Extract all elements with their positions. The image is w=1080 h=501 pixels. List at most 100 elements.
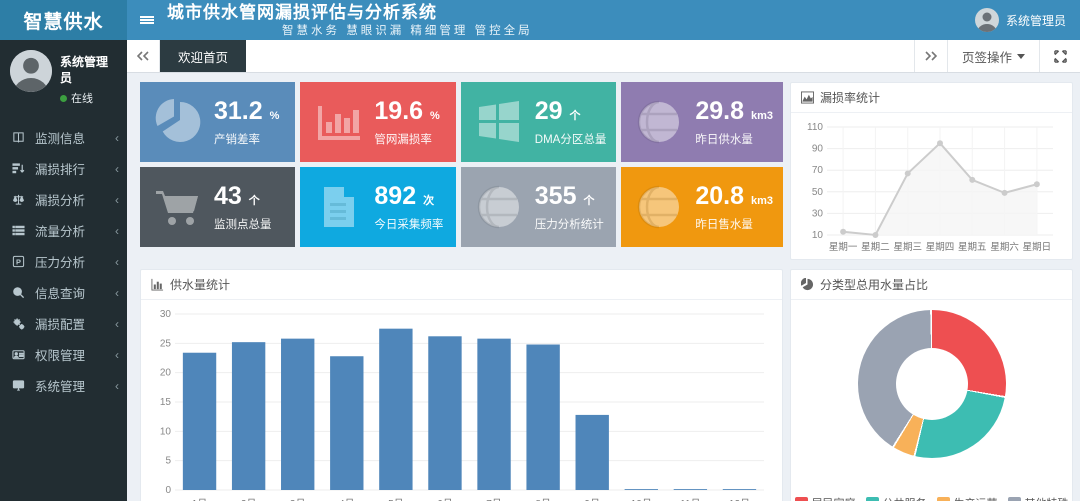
sidebar-avatar (10, 50, 52, 92)
legend-item-0[interactable]: 居民家庭 (795, 495, 856, 501)
legend-swatch-icon (1008, 497, 1021, 501)
sidebar-item-0[interactable]: 监测信息‹ (0, 122, 127, 153)
stat-card-3[interactable]: 29.8 km3昨日供水量 (621, 82, 783, 162)
stat-unit: % (430, 110, 440, 122)
stat-unit: km3 (751, 195, 773, 207)
windows-icon (473, 96, 525, 148)
stat-value: 31.2 (214, 97, 263, 125)
svg-text:20: 20 (160, 368, 172, 379)
sidebar-item-4[interactable]: P 压力分析‹ (0, 246, 127, 277)
sidebar-item-2[interactable]: 漏损分析‹ (0, 184, 127, 215)
svg-text:P: P (16, 257, 21, 266)
user-status: 在线 (60, 90, 119, 106)
sidebar: 系统管理员 在线 监测信息‹漏损排行‹漏损分析‹流量分析‹P压力分析‹信息查询‹… (0, 40, 127, 501)
page-subtitle: 智慧水务 慧眼识漏 精细管理 管控全局 (167, 24, 533, 39)
leak-rate-line-chart[interactable]: 1030507090110星期一星期二星期三星期四星期五星期六星期日 (791, 113, 1072, 266)
chevron-left-icon: ‹ (115, 131, 119, 145)
user-avatar-icon (975, 8, 999, 32)
donut-legend: 居民家庭 公共服务 生产运营 其他特殊 (795, 495, 1069, 501)
svg-text:15: 15 (160, 397, 172, 408)
legend-swatch-icon (866, 497, 879, 501)
top-header: 智慧供水 城市供水管网漏损评估与分析系统 智慧水务 慧眼识漏 精细管理 管控全局… (0, 0, 1080, 40)
tab-bar: 欢迎首页 页签操作 (127, 40, 1080, 73)
sidebar-item-8[interactable]: 系统管理‹ (0, 370, 127, 401)
legend-item-2[interactable]: 生产运营 (937, 495, 998, 501)
dashboard-content: 31.2 %产销差率19.6 %管网漏损率29 个DMA分区总量29.8 km3… (127, 73, 1080, 501)
chevron-left-icon: ‹ (115, 317, 119, 331)
gears-icon (12, 317, 28, 331)
stat-label: 今日采集频率 (374, 216, 443, 232)
sidebar-item-1[interactable]: 漏损排行‹ (0, 153, 127, 184)
globe-icon (633, 181, 685, 233)
header-titles: 城市供水管网漏损评估与分析系统 智慧水务 慧眼识漏 精细管理 管控全局 (167, 0, 533, 39)
stat-card-2[interactable]: 29 个DMA分区总量 (461, 82, 617, 162)
svg-text:0: 0 (165, 485, 171, 496)
hamburger-icon[interactable] (127, 0, 167, 40)
chevron-left-icon: ‹ (115, 193, 119, 207)
stat-card-6[interactable]: 355 个压力分析统计 (461, 167, 617, 247)
chevron-left-icon: ‹ (115, 286, 119, 300)
tab-welcome-home[interactable]: 欢迎首页 (160, 40, 246, 72)
stat-cards-grid: 31.2 %产销差率19.6 %管网漏损率29 个DMA分区总量29.8 km3… (140, 82, 783, 260)
caret-down-icon (1017, 54, 1025, 59)
stat-value: 892 (374, 182, 416, 210)
legend-item-3[interactable]: 其他特殊 (1008, 495, 1069, 501)
stat-label: 管网漏损率 (374, 131, 439, 147)
tabs-scroll-left-icon[interactable] (127, 40, 160, 72)
svg-text:5: 5 (165, 456, 171, 467)
sidebar-item-label: 信息查询 (35, 283, 115, 302)
fullscreen-icon[interactable] (1040, 40, 1080, 72)
header-user-menu[interactable]: 系统管理员 (975, 0, 1066, 40)
stat-card-0[interactable]: 31.2 %产销差率 (140, 82, 295, 162)
stat-card-4[interactable]: 43 个监测点总量 (140, 167, 295, 247)
svg-text:星期二: 星期二 (861, 242, 890, 253)
legend-label: 其他特殊 (1025, 495, 1069, 501)
sidebar-item-5[interactable]: 信息查询‹ (0, 277, 127, 308)
svg-text:25: 25 (160, 338, 172, 349)
sidebar-item-3[interactable]: 流量分析‹ (0, 215, 127, 246)
svg-text:10: 10 (160, 426, 172, 437)
page-title: 城市供水管网漏损评估与分析系统 (167, 2, 533, 24)
pie-chart-icon (152, 96, 204, 148)
area-chart-icon (801, 91, 814, 104)
sidebar-user-panel: 系统管理员 在线 (0, 40, 127, 118)
stat-label: 昨日供水量 (695, 131, 773, 147)
chevron-left-icon: ‹ (115, 255, 119, 269)
water-supply-bar-chart[interactable]: 0510152025301月2月3月4月5月6月7月8月9月10月11月12月 (141, 300, 782, 501)
svg-text:50: 50 (812, 187, 824, 198)
leak-rate-panel: 漏损率统计 1030507090110星期一星期二星期三星期四星期五星期六星期日 (790, 82, 1073, 260)
legend-label: 公共服务 (883, 495, 927, 501)
usage-donut-chart[interactable] (858, 310, 1006, 458)
sidebar-item-label: 漏损配置 (35, 314, 115, 333)
legend-swatch-icon (937, 497, 950, 501)
stat-unit: 个 (249, 195, 260, 207)
pressure-icon: P (12, 255, 28, 269)
stat-card-7[interactable]: 20.8 km3昨日售水量 (621, 167, 783, 247)
pie-chart-icon (801, 278, 814, 291)
stat-value: 43 (214, 182, 242, 210)
sidebar-item-6[interactable]: 漏损配置‹ (0, 308, 127, 339)
stat-card-5[interactable]: 892 次今日采集频率 (300, 167, 455, 247)
tabs-scroll-right-icon[interactable] (914, 40, 947, 72)
legend-item-1[interactable]: 公共服务 (866, 495, 927, 501)
svg-text:星期五: 星期五 (958, 242, 987, 253)
chevron-left-icon: ‹ (115, 348, 119, 362)
online-dot-icon (60, 95, 67, 102)
chevron-left-icon: ‹ (115, 379, 119, 393)
chevron-left-icon: ‹ (115, 162, 119, 176)
sidebar-item-7[interactable]: 权限管理‹ (0, 339, 127, 370)
stat-value: 29.8 (695, 97, 744, 125)
svg-text:70: 70 (812, 165, 824, 176)
sidebar-item-label: 漏损分析 (35, 190, 115, 209)
bar-chart-icon (151, 278, 164, 291)
stat-card-1[interactable]: 19.6 %管网漏损率 (300, 82, 455, 162)
sidebar-item-label: 流量分析 (35, 221, 115, 240)
scale-icon (12, 193, 28, 207)
sidebar-item-label: 压力分析 (35, 252, 115, 271)
svg-text:90: 90 (812, 144, 824, 155)
tab-actions-dropdown[interactable]: 页签操作 (947, 40, 1040, 72)
svg-text:30: 30 (812, 208, 824, 219)
app-logo[interactable]: 智慧供水 (0, 0, 127, 40)
stat-unit: 个 (570, 110, 581, 122)
panel-title: 供水量统计 (170, 276, 230, 293)
